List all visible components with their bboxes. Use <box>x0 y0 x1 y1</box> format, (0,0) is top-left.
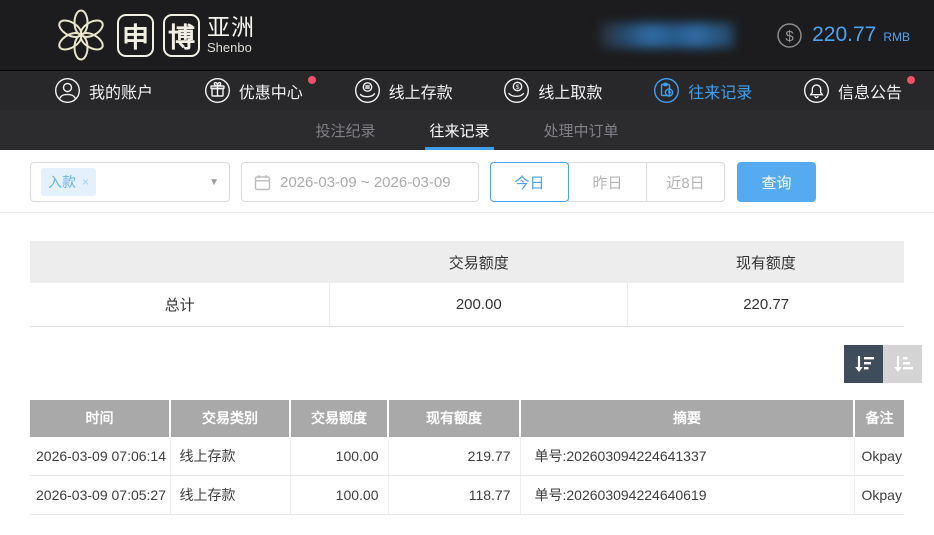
username-redacted <box>600 22 735 48</box>
summary-col-amount: 交易额度 <box>448 254 509 272</box>
selected-type-tag: 入款 × <box>41 168 97 196</box>
cell-balance: 118.77 <box>387 475 520 515</box>
range-today-button[interactable]: 今日 <box>490 162 569 202</box>
filter-bar: 入款 × ▼ 2026-03-09 ~ 2026-03-09 今日 昨日 近8日… <box>30 162 904 202</box>
subtab-betting-records[interactable]: 投注纪录 <box>311 110 379 150</box>
sort-descending-icon <box>854 355 874 372</box>
sort-ascending-button[interactable] <box>883 344 922 383</box>
summary-total-label: 总计 <box>30 283 330 327</box>
flower-logo-icon <box>58 9 104 61</box>
divider <box>0 212 934 213</box>
summary-col-balance: 现有额度 <box>735 254 796 272</box>
records-icon <box>654 77 680 104</box>
bell-icon <box>803 77 829 104</box>
nav-item-deposit[interactable]: 线上存款 <box>354 77 453 104</box>
summary-table: 交易额度 现有额度 总计 200.00 220.77 <box>30 241 904 327</box>
subtab-label: 处理中订单 <box>543 122 619 140</box>
cell-balance: 219.77 <box>387 436 520 476</box>
subnav: 投注纪录 往来记录 处理中订单 <box>0 110 934 150</box>
sort-bar <box>30 344 922 383</box>
chevron-down-icon: ▼ <box>209 176 219 188</box>
sort-ascending-icon <box>893 355 913 372</box>
col-amount: 交易额度 <box>289 399 388 437</box>
user-icon <box>54 77 81 104</box>
transaction-type-select[interactable]: 入款 × ▼ <box>30 162 230 202</box>
col-type: 交易类别 <box>169 399 290 437</box>
subtab-label: 投注纪录 <box>315 122 376 140</box>
summary-col-empty <box>30 241 330 283</box>
quick-range-group: 今日 昨日 近8日 <box>490 162 725 202</box>
main-content: 入款 × ▼ 2026-03-09 ~ 2026-03-09 今日 昨日 近8日… <box>0 162 934 515</box>
notification-dot <box>307 76 316 84</box>
subtab-label: 往来记录 <box>429 122 490 140</box>
calendar-icon <box>254 174 271 190</box>
nav-item-label: 往来记录 <box>688 84 753 102</box>
nav-item-transaction-records[interactable]: 往来记录 <box>653 77 752 104</box>
nav-item-withdraw[interactable]: $ 线上取款 <box>503 77 602 104</box>
logo-char-bo: 博 <box>163 13 200 57</box>
summary-total-balance: 220.77 <box>627 283 904 327</box>
subtab-transaction-records[interactable]: 往来记录 <box>425 110 494 150</box>
col-time: 时间 <box>30 399 170 437</box>
main-nav: 我的账户 优惠中心 线上存款 $ 线上取款 往来记录 信息公告 <box>0 70 934 110</box>
table-row: 2026-03-09 07:05:27 线上存款 100.00 118.77 单… <box>30 475 904 515</box>
summary-total-row: 总计 200.00 220.77 <box>30 283 904 327</box>
svg-text:$: $ <box>516 84 520 91</box>
cell-summary: 单号:202603094224641337 <box>519 436 854 476</box>
app-header: 申 博 亚洲 Shenbo $ 220.77 RMB <box>0 0 934 70</box>
col-balance: 现有额度 <box>387 399 520 437</box>
withdraw-icon: $ <box>504 77 530 104</box>
cell-type: 线上存款 <box>169 475 290 515</box>
nav-item-announcements[interactable]: 信息公告 <box>803 76 915 104</box>
sort-descending-button[interactable] <box>844 344 883 383</box>
cell-amount: 100.00 <box>289 475 388 515</box>
nav-item-label: 我的账户 <box>89 84 154 102</box>
table-row: 2026-03-09 07:06:14 线上存款 100.00 219.77 单… <box>30 436 904 476</box>
search-button[interactable]: 查询 <box>737 162 816 202</box>
cell-amount: 100.00 <box>289 436 388 476</box>
col-summary: 摘要 <box>519 399 854 437</box>
nav-item-promotions[interactable]: 优惠中心 <box>204 76 316 104</box>
svg-text:$: $ <box>785 28 794 45</box>
gift-icon <box>204 77 230 104</box>
cell-summary: 单号:202603094224640619 <box>519 475 854 515</box>
balance-display[interactable]: $ 220.77 RMB <box>776 22 910 49</box>
cell-time: 2026-03-09 07:05:27 <box>30 475 170 515</box>
nav-item-label: 信息公告 <box>837 84 902 102</box>
nav-item-my-account[interactable]: 我的账户 <box>54 77 153 104</box>
cell-remark: Okpay <box>853 436 904 476</box>
logo-region-text: 亚洲 <box>207 14 255 40</box>
range-last8days-button[interactable]: 近8日 <box>646 162 725 202</box>
date-range-value: 2026-03-09 ~ 2026-03-09 <box>280 173 451 191</box>
logo-subtitle: Shenbo <box>207 40 252 55</box>
tag-label: 入款 <box>48 174 76 190</box>
nav-item-label: 优惠中心 <box>238 84 303 102</box>
nav-item-label: 线上取款 <box>538 84 603 102</box>
notification-dot <box>907 76 915 84</box>
records-table: 时间 交易类别 交易额度 现有额度 摘要 备注 2026-03-09 07:06… <box>30 399 904 515</box>
range-yesterday-button[interactable]: 昨日 <box>568 162 647 202</box>
cell-time: 2026-03-09 07:06:14 <box>30 436 170 476</box>
remove-tag-icon[interactable]: × <box>82 175 89 189</box>
cell-remark: Okpay <box>853 475 904 515</box>
logo-char-shen: 申 <box>117 13 154 57</box>
deposit-icon <box>354 77 380 104</box>
balance-amount: 220.77 <box>812 23 877 46</box>
col-remark: 备注 <box>853 399 904 437</box>
cell-type: 线上存款 <box>169 436 290 476</box>
brand-logo[interactable]: 申 博 亚洲 Shenbo <box>54 8 255 62</box>
nav-item-label: 线上存款 <box>388 84 453 102</box>
subtab-pending-orders[interactable]: 处理中订单 <box>540 110 623 150</box>
date-range-input[interactable]: 2026-03-09 ~ 2026-03-09 <box>241 162 479 202</box>
dollar-circle-icon: $ <box>777 22 802 48</box>
records-header-row: 时间 交易类别 交易额度 现有额度 摘要 备注 <box>30 399 904 437</box>
summary-header-row: 交易额度 现有额度 <box>30 241 904 283</box>
summary-total-amount: 200.00 <box>329 283 628 327</box>
balance-currency: RMB <box>883 30 910 44</box>
